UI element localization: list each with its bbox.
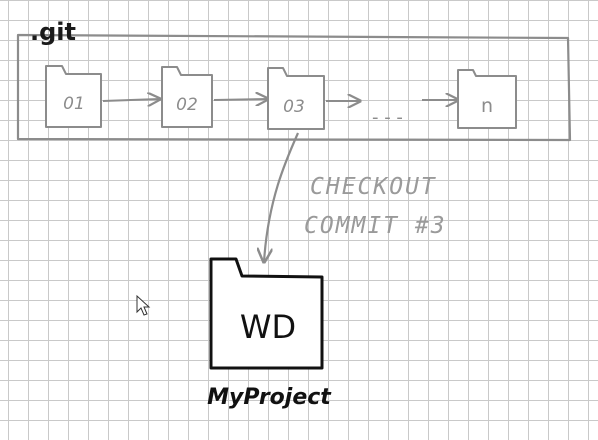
working-directory-label: WD bbox=[240, 308, 296, 346]
project-caption: MyProject bbox=[207, 385, 332, 410]
git-label: .git bbox=[30, 18, 76, 46]
commit-folder: 02 bbox=[161, 66, 213, 128]
commit-folder: n bbox=[457, 69, 517, 129]
commit-label: 03 bbox=[283, 97, 305, 117]
git-checkout-diagram: .git 01 02 03 - - - n CHECKOUT COMMIT #3… bbox=[16, 18, 572, 410]
commit-folder: 03 bbox=[267, 67, 325, 130]
working-directory: WD MyProject bbox=[207, 257, 332, 410]
commit-arrow bbox=[213, 99, 268, 100]
commit-label: n bbox=[481, 95, 493, 117]
annotation-line-1: CHECKOUT bbox=[310, 174, 437, 200]
checkout-arrow bbox=[264, 132, 300, 262]
checkout-annotation: CHECKOUT COMMIT #3 bbox=[304, 174, 447, 239]
annotation-line-2: COMMIT #3 bbox=[304, 213, 447, 239]
commit-ellipsis: - - - bbox=[372, 107, 403, 128]
commit-label: 01 bbox=[63, 94, 85, 114]
commit-arrow bbox=[102, 99, 160, 101]
mouse-pointer-icon bbox=[136, 294, 151, 316]
commit-folder: 01 bbox=[45, 65, 102, 128]
commit-label: 02 bbox=[176, 95, 198, 115]
